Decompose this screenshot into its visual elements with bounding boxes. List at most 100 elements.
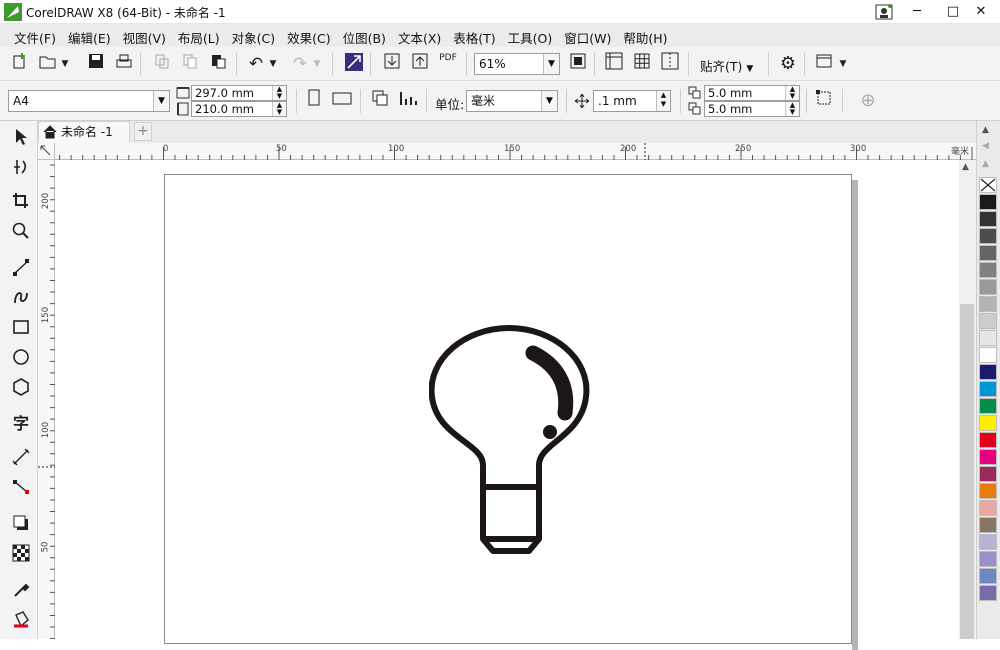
show-guidelines-icon[interactable] <box>658 52 682 76</box>
rectangle-tool-icon[interactable] <box>8 317 34 343</box>
palette-scroll-up-icon[interactable]: ▲ <box>982 125 989 135</box>
page-width-input[interactable]: 297.0 mm ▲ ▼ <box>191 85 287 101</box>
color-swatch[interactable] <box>979 551 997 567</box>
cut-icon[interactable] <box>150 52 174 76</box>
connector-tool-icon[interactable] <box>8 477 34 503</box>
color-swatch[interactable] <box>979 398 997 414</box>
ruler-origin-button[interactable] <box>38 143 55 160</box>
color-swatch[interactable] <box>979 517 997 533</box>
scrollbar-thumb[interactable] <box>960 304 974 639</box>
color-swatch[interactable] <box>979 585 997 601</box>
close-button[interactable]: ✕ <box>958 0 1000 24</box>
color-swatch[interactable] <box>979 364 997 380</box>
color-swatch[interactable] <box>979 330 997 346</box>
print-icon[interactable] <box>112 52 136 76</box>
import-icon[interactable] <box>380 52 404 76</box>
lightbulb-icon[interactable] <box>429 325 599 557</box>
spin-arrows-icon[interactable]: ▲ ▼ <box>272 86 286 100</box>
color-swatch[interactable] <box>979 466 997 482</box>
duplicate-y-input[interactable]: 5.0 mm ▲ ▼ <box>704 101 800 117</box>
color-swatch[interactable] <box>979 415 997 431</box>
add-preset-icon[interactable]: ⊕ <box>856 89 880 113</box>
color-swatch[interactable] <box>979 279 997 295</box>
publish-pdf-icon[interactable]: PDF <box>436 52 460 76</box>
color-swatch[interactable] <box>979 194 997 210</box>
palette-options-icon[interactable]: ◀ <box>982 141 989 151</box>
show-rulers-icon[interactable] <box>602 52 626 76</box>
pick-tool-icon[interactable] <box>8 127 34 153</box>
text-tool-icon[interactable]: 字 <box>8 411 34 437</box>
polygon-tool-icon[interactable] <box>8 377 34 403</box>
launcher-dropdown-icon[interactable]: ▼ <box>836 52 850 76</box>
spin-arrows-icon[interactable]: ▲ ▼ <box>785 102 799 116</box>
color-swatch[interactable] <box>979 347 997 363</box>
vertical-ruler[interactable]: 200 150 100 50 <box>38 160 55 639</box>
search-content-icon[interactable] <box>342 52 366 76</box>
new-document-icon[interactable] <box>8 52 32 76</box>
transparency-tool-icon[interactable] <box>8 543 34 569</box>
save-icon[interactable] <box>84 52 108 76</box>
color-swatch[interactable] <box>979 262 997 278</box>
color-swatch[interactable] <box>979 534 997 550</box>
gear-icon[interactable]: ⚙ <box>776 52 800 76</box>
spin-arrows-icon[interactable]: ▲ ▼ <box>785 86 799 100</box>
landscape-icon[interactable] <box>330 89 354 113</box>
eyedropper-tool-icon[interactable] <box>8 579 34 605</box>
color-swatch[interactable] <box>979 296 997 312</box>
shape-tool-icon[interactable] <box>8 157 34 183</box>
nudge-distance-input[interactable]: .1 mm ▲ ▼ <box>593 90 671 112</box>
color-swatch[interactable] <box>979 432 997 448</box>
interactive-fill-tool-icon[interactable] <box>8 609 34 635</box>
full-screen-icon[interactable] <box>566 52 590 76</box>
export-icon[interactable] <box>408 52 432 76</box>
horizontal-ruler[interactable]: 0 50 100 150 200 250 300 毫米 <box>38 143 976 160</box>
tab-document[interactable]: 未命名 -1 <box>38 121 130 143</box>
color-swatch[interactable] <box>979 500 997 516</box>
color-swatch[interactable] <box>979 228 997 244</box>
duplicate-x-input[interactable]: 5.0 mm ▲ ▼ <box>704 85 800 101</box>
snap-to-button[interactable]: 贴齐(T) ▼ <box>700 56 753 75</box>
color-swatch[interactable] <box>979 381 997 397</box>
parallel-dimension-tool-icon[interactable] <box>8 447 34 473</box>
application-launcher-icon[interactable] <box>812 52 836 76</box>
color-swatch[interactable] <box>979 568 997 584</box>
page-height-input[interactable]: 210.0 mm ▲ ▼ <box>191 101 287 117</box>
drop-shadow-tool-icon[interactable] <box>8 513 34 539</box>
page-size-select[interactable]: A4 ▼ <box>8 90 170 112</box>
page[interactable] <box>164 174 852 644</box>
color-swatch[interactable] <box>979 211 997 227</box>
zoom-level-select[interactable]: 61% ▼ <box>474 53 560 75</box>
portrait-icon[interactable] <box>302 89 326 113</box>
color-swatch[interactable] <box>979 449 997 465</box>
palette-scroll-up2-icon[interactable]: ▲ <box>982 159 989 169</box>
current-page-icon[interactable] <box>396 89 420 113</box>
all-pages-icon[interactable] <box>368 89 392 113</box>
show-grid-icon[interactable] <box>630 52 654 76</box>
spin-arrows-icon[interactable]: ▲ ▼ <box>656 91 670 111</box>
open-dropdown-icon[interactable]: ▼ <box>58 52 72 76</box>
units-select[interactable]: 毫米 ▼ <box>466 90 558 112</box>
vertical-scrollbar[interactable]: ▲ <box>959 160 976 639</box>
redo-icon[interactable]: ↷ <box>288 52 312 76</box>
copy-icon[interactable] <box>178 52 202 76</box>
scroll-up-icon[interactable]: ▲ <box>962 162 969 172</box>
no-fill-swatch[interactable] <box>979 177 997 193</box>
undo-icon[interactable]: ↶ <box>244 52 268 76</box>
undo-dropdown-icon[interactable]: ▼ <box>266 52 280 76</box>
color-swatch[interactable] <box>979 313 997 329</box>
color-swatch[interactable] <box>979 483 997 499</box>
spin-arrows-icon[interactable]: ▲ ▼ <box>272 102 286 116</box>
color-swatch[interactable] <box>979 245 997 261</box>
drawing-canvas[interactable] <box>55 160 959 650</box>
add-tab-button[interactable]: + <box>134 122 152 141</box>
redo-dropdown-icon[interactable]: ▼ <box>310 52 324 76</box>
zoom-tool-icon[interactable] <box>8 221 34 247</box>
freehand-tool-icon[interactable] <box>8 257 34 283</box>
artistic-media-tool-icon[interactable] <box>8 287 34 313</box>
open-folder-icon[interactable] <box>36 52 60 76</box>
ellipse-tool-icon[interactable] <box>8 347 34 373</box>
crop-tool-icon[interactable] <box>8 191 34 217</box>
account-icon[interactable] <box>875 4 893 20</box>
paste-icon[interactable] <box>206 52 230 76</box>
treat-as-filled-icon[interactable] <box>812 89 836 113</box>
